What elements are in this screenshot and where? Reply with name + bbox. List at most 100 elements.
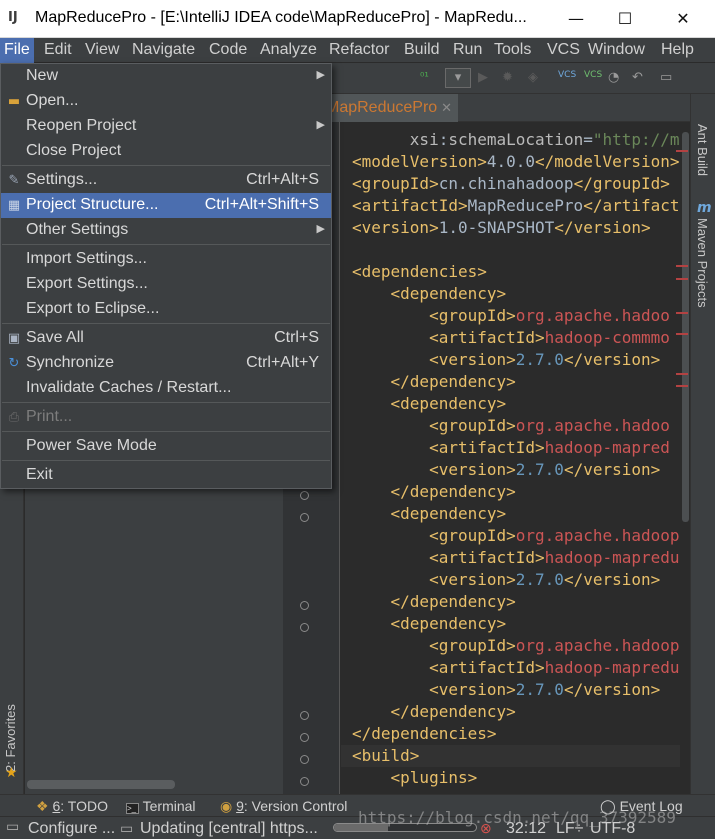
error-stripe-mark[interactable] xyxy=(676,333,688,335)
run-config-dropdown[interactable]: ▾ xyxy=(445,68,471,88)
code-line[interactable]: <artifactId>hadoop-mapredu xyxy=(352,547,679,569)
project-panel-scrollbar[interactable] xyxy=(27,780,175,789)
code-line[interactable]: <build> xyxy=(341,745,690,767)
build-counter-icon[interactable]: ⁰¹ xyxy=(420,70,429,83)
error-stripe-mark[interactable] xyxy=(676,278,688,280)
ant-build-tool-tab[interactable]: Ant Build xyxy=(695,124,710,176)
vcs-history-icon[interactable]: ◔ xyxy=(608,70,619,85)
menu-tools[interactable]: Tools xyxy=(494,41,531,59)
error-stripe-mark[interactable] xyxy=(676,312,688,314)
fold-marker[interactable] xyxy=(300,513,309,522)
close-window-button[interactable]: ✕ xyxy=(660,0,706,38)
code-line[interactable]: xsi:schemaLocation="http://ma xyxy=(352,129,689,151)
code-line[interactable]: <version>2.7.0</version> xyxy=(352,349,660,371)
minimize-button[interactable]: — xyxy=(553,0,599,38)
code-line[interactable]: </dependency> xyxy=(352,701,516,723)
menu-item-close-project[interactable]: Close Project xyxy=(1,139,331,164)
code-line[interactable]: <dependencies> xyxy=(352,261,487,283)
menu-item-open[interactable]: ▬ Open... xyxy=(1,89,331,114)
fold-marker[interactable] xyxy=(300,711,309,720)
fold-marker[interactable] xyxy=(300,601,309,610)
menu-item-export-to-eclipse[interactable]: Export to Eclipse... xyxy=(1,297,331,322)
code-line[interactable]: </dependency> xyxy=(352,371,516,393)
maven-projects-tool-tab[interactable]: Maven Projects xyxy=(695,218,710,308)
menu-analyze[interactable]: Analyze xyxy=(260,41,317,59)
coverage-icon[interactable]: ◈ xyxy=(528,70,538,85)
code-line[interactable]: <version>1.0-SNAPSHOT</version> xyxy=(352,217,651,239)
menu-item-power-save-mode[interactable]: Power Save Mode xyxy=(1,434,331,459)
code-line[interactable]: <dependency> xyxy=(352,503,507,525)
editor-scrollbar-thumb[interactable] xyxy=(682,132,689,522)
error-stripe-mark[interactable] xyxy=(676,373,688,375)
menu-build[interactable]: Build xyxy=(404,41,440,59)
code-line[interactable]: <groupId>cn.chinahadoop</groupId> xyxy=(352,173,670,195)
code-line[interactable]: <plugins> xyxy=(352,767,478,789)
menu-item-import-settings[interactable]: Import Settings... xyxy=(1,247,331,272)
code-line[interactable]: <groupId>org.apache.hadoo xyxy=(352,415,670,437)
code-editor[interactable]: xsi:schemaLocation="http://ma <modelVersi… xyxy=(341,122,690,794)
menu-vcs[interactable]: VCS xyxy=(547,41,580,59)
fold-marker[interactable] xyxy=(300,755,309,764)
fold-marker[interactable] xyxy=(300,777,309,786)
vcs-commit-icon[interactable]: VCS xyxy=(584,70,602,80)
code-line[interactable]: <groupId>org.apache.hadoop xyxy=(352,525,679,547)
fold-marker[interactable] xyxy=(300,491,309,500)
code-line[interactable]: <artifactId>hadoop-commmo xyxy=(352,327,670,349)
code-line[interactable]: </dependency> xyxy=(352,481,516,503)
code-line[interactable]: <dependency> xyxy=(352,393,507,415)
menu-edit[interactable]: Edit xyxy=(44,41,72,59)
error-stripe-mark[interactable] xyxy=(676,385,688,387)
editor-tab-pom[interactable]: MapReducePro ✕ xyxy=(316,94,459,122)
code-line[interactable]: <version>2.7.0</version> xyxy=(352,569,660,591)
code-token: <version> xyxy=(352,218,439,237)
code-line[interactable]: <artifactId>hadoop-mapredu xyxy=(352,657,679,679)
menu-window[interactable]: Window xyxy=(588,41,645,59)
code-line[interactable]: <groupId>org.apache.hadoop xyxy=(352,635,679,657)
todo-tool-button[interactable]: ❖ 6: TODO xyxy=(36,798,108,815)
menu-item-invalidate-caches[interactable]: Invalidate Caches / Restart... xyxy=(1,376,331,401)
code-line[interactable]: </dependency> xyxy=(352,591,516,613)
debug-icon[interactable]: ✹ xyxy=(502,70,513,85)
menu-item-project-structure[interactable]: ▦ Project Structure... Ctrl+Alt+Shift+S xyxy=(1,193,331,218)
maximize-button[interactable]: ☐ xyxy=(602,0,648,38)
menu-item-reopen-project[interactable]: Reopen Project ▶ xyxy=(1,114,331,139)
error-stripe-mark[interactable] xyxy=(676,150,688,152)
menu-view[interactable]: View xyxy=(85,41,119,59)
menu-item-other-settings[interactable]: Other Settings ▶ xyxy=(1,218,331,243)
terminal-tool-button[interactable]: >_ Terminal xyxy=(126,798,196,814)
code-line[interactable]: <version>2.7.0</version> xyxy=(352,679,660,701)
fold-marker[interactable] xyxy=(300,623,309,632)
menu-file[interactable]: File xyxy=(0,38,34,63)
menu-item-settings[interactable]: ✎ Settings... Ctrl+Alt+S xyxy=(1,168,331,193)
code-line[interactable]: <modelVersion>4.0.0</modelVersion> xyxy=(352,151,680,173)
menu-refactor[interactable]: Refactor xyxy=(329,41,389,59)
error-stripe-mark[interactable] xyxy=(676,265,688,267)
menu-item-export-settings[interactable]: Export Settings... xyxy=(1,272,331,297)
menu-run[interactable]: Run xyxy=(453,41,482,59)
menu-item-exit[interactable]: Exit xyxy=(1,463,331,488)
menu-item-save-all[interactable]: ▣ Save All Ctrl+S xyxy=(1,326,331,351)
code-line[interactable]: </dependencies> xyxy=(352,723,497,745)
updating-status[interactable]: Updating [central] https... xyxy=(140,820,318,838)
revert-icon[interactable]: ↶ xyxy=(632,70,643,85)
version-control-tool-button[interactable]: ◉ 9: Version Control xyxy=(220,798,347,815)
run-icon[interactable]: ▶ xyxy=(478,70,488,85)
menu-help[interactable]: Help xyxy=(661,41,694,59)
settings-toolbar-icon[interactable]: ▭ xyxy=(660,70,672,85)
code-line[interactable]: <version>2.7.0</version> xyxy=(352,459,660,481)
close-tab-icon[interactable]: ✕ xyxy=(441,100,452,115)
code-line[interactable]: <artifactId>hadoop-mapred xyxy=(352,437,670,459)
menu-navigate[interactable]: Navigate xyxy=(132,41,195,59)
menu-item-new[interactable]: New ▶ xyxy=(1,64,331,89)
menu-item-synchronize[interactable]: ↻ Synchronize Ctrl+Alt+Y xyxy=(1,351,331,376)
code-line[interactable]: <groupId>org.apache.hadoo xyxy=(352,305,670,327)
file-menu-dropdown: New ▶ ▬ Open... Reopen Project ▶ Close Proj… xyxy=(0,63,332,489)
configure-status[interactable]: Configure ... xyxy=(28,820,115,838)
code-line[interactable]: <dependency> xyxy=(352,613,507,635)
code-line[interactable]: <dependency> xyxy=(352,283,507,305)
vcs-update-icon[interactable]: VCS xyxy=(558,70,576,80)
fold-marker[interactable] xyxy=(300,733,309,742)
menu-code[interactable]: Code xyxy=(209,41,247,59)
code-line[interactable]: <artifactId>MapReducePro</artifact xyxy=(352,195,680,217)
configure-icon[interactable]: ▭ xyxy=(6,818,19,835)
